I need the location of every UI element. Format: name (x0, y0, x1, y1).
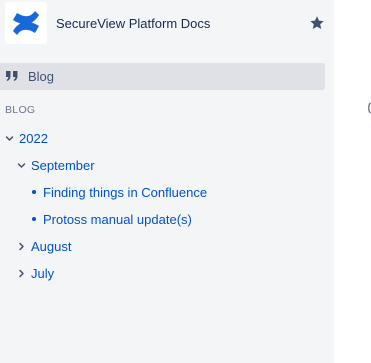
sidebar: SecureView Platform Docs Blog BLOG 2022 … (0, 0, 334, 363)
blog-post-item[interactable]: Finding things in Confluence (32, 182, 207, 202)
tree-item-july[interactable]: July (17, 263, 54, 283)
tree-item-august[interactable]: August (17, 236, 71, 256)
tree-item-label[interactable]: July (31, 266, 54, 281)
chevron-down-icon[interactable] (5, 134, 14, 143)
section-heading: BLOG (5, 104, 36, 116)
sidebar-item-blog[interactable]: Blog (0, 63, 325, 90)
chevron-down-icon[interactable] (17, 161, 26, 170)
bullet (32, 217, 36, 221)
space-logo[interactable] (5, 2, 47, 44)
chevron-right-icon[interactable] (17, 269, 26, 278)
tree-item-2022[interactable]: 2022 (5, 128, 48, 148)
space-header: SecureView Platform Docs (5, 2, 330, 44)
star-icon[interactable] (309, 15, 325, 31)
tree-item-september[interactable]: September (17, 155, 95, 175)
sidebar-item-label: Blog (28, 69, 55, 84)
blog-post-title[interactable]: Protoss manual update(s) (43, 212, 192, 227)
clipped-content-edge (368, 102, 371, 114)
blog-post-item[interactable]: Protoss manual update(s) (32, 209, 192, 229)
space-name[interactable]: SecureView Platform Docs (56, 16, 210, 31)
bullet (32, 190, 36, 194)
tree-item-label[interactable]: August (31, 239, 71, 254)
tree-item-label[interactable]: September (31, 158, 95, 173)
chevron-right-icon[interactable] (17, 242, 26, 251)
tree-item-label[interactable]: 2022 (19, 131, 48, 146)
blog-post-title[interactable]: Finding things in Confluence (43, 185, 207, 200)
confluence-logo-icon (13, 11, 39, 35)
quote-icon (6, 71, 18, 81)
